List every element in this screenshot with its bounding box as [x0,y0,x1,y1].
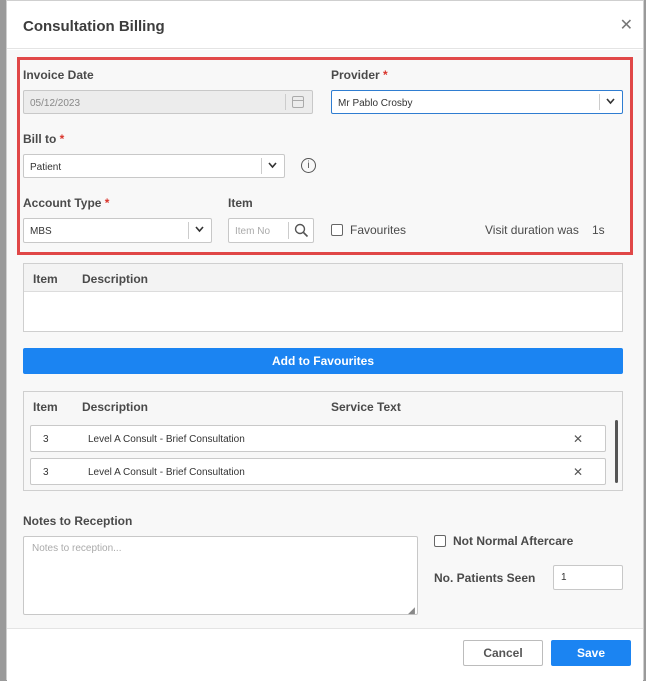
cancel-button[interactable]: Cancel [463,640,543,666]
chevron-down-icon [267,159,278,174]
bill-to-select[interactable]: Patient [23,154,285,178]
search-icon[interactable] [294,223,309,241]
chevron-down-icon [605,95,616,110]
info-icon[interactable]: i [301,158,316,173]
remove-row-icon[interactable]: ✕ [573,465,583,479]
favourites-checkbox[interactable] [331,224,343,236]
bill-to-label: Bill to * [23,132,65,146]
add-to-favourites-button[interactable]: Add to Favourites [23,348,623,374]
required-asterisk: * [104,196,110,210]
row-description: Level A Consult - Brief Consultation [88,467,245,478]
dialog-header: Consultation Billing ✕ [7,1,643,49]
row-item-number: 3 [43,434,49,445]
column-header-description: Description [82,272,149,286]
notes-label: Notes to Reception [23,514,133,528]
dialog-body: Invoice Date 05/12/2023 Provider * Mr Pa… [7,50,643,628]
table-row[interactable]: 3 Level A Consult - Brief Consultation ✕ [30,458,606,485]
search-results-table: Item Description [23,263,623,332]
table-scrollbar[interactable] [615,420,618,483]
table-row[interactable]: 3 Level A Consult - Brief Consultation ✕ [30,425,606,452]
chevron-down-icon [194,223,205,238]
column-header-item: Item [33,272,58,286]
account-type-select[interactable]: MBS [23,218,212,243]
favourites-label: Favourites [350,223,407,237]
consultation-billing-dialog: Consultation Billing ✕ Invoice Date 05/1… [6,0,644,681]
row-description: Level A Consult - Brief Consultation [88,434,245,445]
row-item-number: 3 [43,467,49,478]
column-header-service-text: Service Text [331,400,401,414]
remove-row-icon[interactable]: ✕ [573,432,583,446]
required-asterisk: * [383,68,388,82]
calendar-icon [292,96,304,108]
provider-select[interactable]: Mr Pablo Crosby [331,90,623,114]
visit-duration-label: Visit duration was [485,223,579,237]
item-number-input[interactable]: Item No [228,218,314,243]
close-icon[interactable]: ✕ [620,15,633,35]
notes-to-reception-input[interactable] [23,536,418,615]
required-asterisk: * [59,132,65,146]
item-number-placeholder: Item No [235,226,271,237]
bill-to-value: Patient [30,162,62,173]
dialog-title: Consultation Billing [23,18,165,35]
provider-label: Provider * [331,68,388,82]
item-label: Item [228,196,253,210]
invoice-date-value: 05/12/2023 [30,98,81,109]
dialog-footer: Cancel Save [7,628,643,681]
account-type-value: MBS [30,226,52,237]
patients-seen-input[interactable]: 1 [553,565,623,590]
column-header-description: Description [82,400,149,414]
visit-duration-value: 1s [592,223,605,237]
account-type-label: Account Type * [23,196,110,210]
selected-items-table: Item Description Service Text 3 Level A … [23,391,623,491]
column-header-item: Item [33,400,58,414]
save-button[interactable]: Save [551,640,631,666]
invoice-date-field: 05/12/2023 [23,90,313,114]
invoice-date-label: Invoice Date [23,68,94,82]
not-normal-aftercare-label: Not Normal Aftercare [453,534,574,548]
patients-seen-label: No. Patients Seen [434,571,536,585]
patients-seen-value: 1 [561,572,567,583]
not-normal-aftercare-checkbox[interactable] [434,535,446,547]
provider-value: Mr Pablo Crosby [338,98,413,109]
resize-grip-icon[interactable]: ◢ [408,605,415,616]
